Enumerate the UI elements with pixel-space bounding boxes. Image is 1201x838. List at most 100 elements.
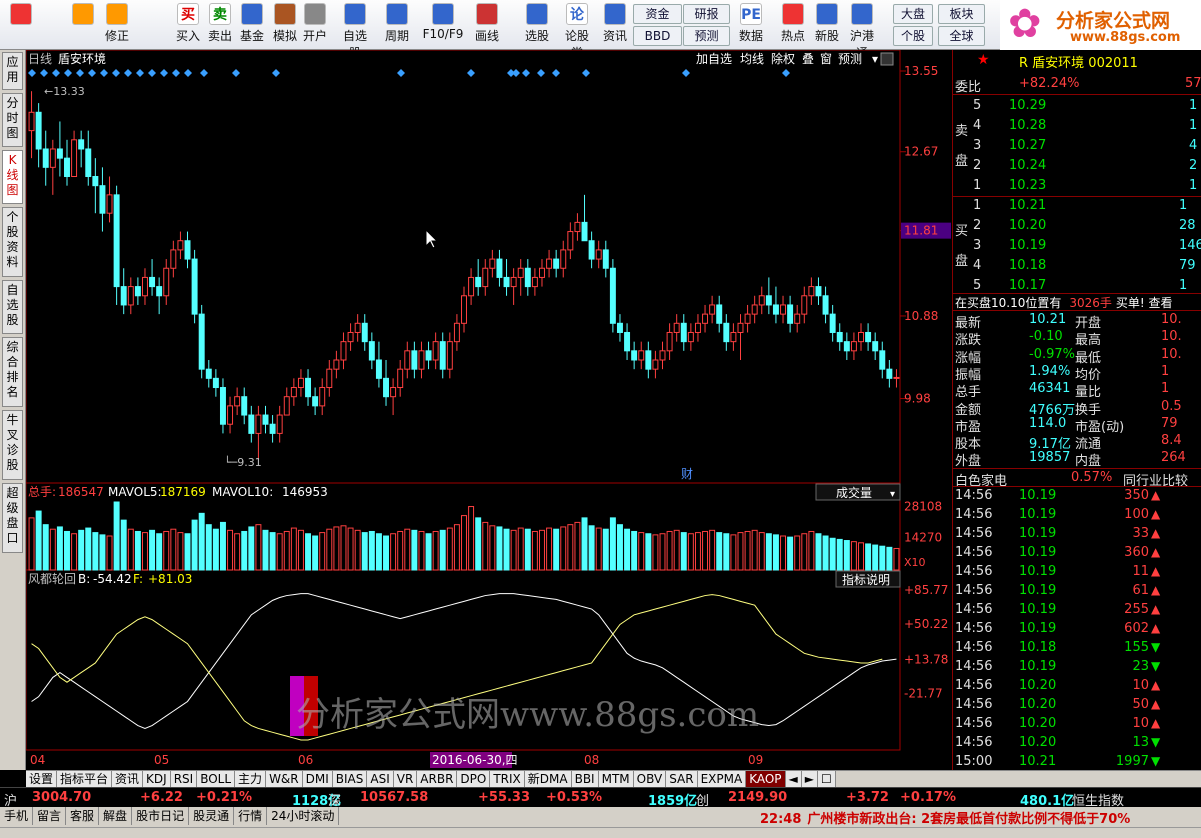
vol-tick: 28108 — [904, 499, 942, 513]
chart-button-4[interactable]: 窗 — [820, 52, 832, 66]
select-icon — [526, 3, 548, 25]
left-tab-6[interactable]: 牛叉诊股 — [2, 410, 23, 480]
tick-price: 10.19 — [1019, 507, 1057, 522]
indicator-tab-6[interactable]: 主力 — [235, 771, 267, 787]
f10-button[interactable]: F10/F9 — [420, 3, 466, 47]
lock-button[interactable]: 开户 — [298, 3, 332, 47]
sell-level: 4 — [973, 118, 982, 133]
left-tab-2[interactable]: K线图 — [2, 150, 23, 204]
scroll-left-icon[interactable]: ◄ — [785, 771, 802, 787]
indicator-tab-2[interactable]: 资讯 — [112, 771, 144, 787]
toolbar-small-button[interactable]: 个股 — [893, 26, 933, 46]
left-tab-5[interactable]: 综合排名 — [2, 337, 23, 407]
left-tab-7[interactable]: 超级盘口 — [2, 483, 23, 553]
chart-button-2[interactable]: 除权 — [771, 51, 795, 66]
fix-button[interactable]: 修正 — [100, 3, 134, 47]
indicator-tab-14[interactable]: TRIX — [490, 771, 525, 787]
indicator-tab-20[interactable]: EXPMA — [697, 771, 747, 787]
hot-button[interactable]: 热点 — [776, 3, 810, 47]
status-tab-3[interactable]: 解盘 — [99, 807, 133, 825]
favorite-star-icon[interactable]: ★ — [977, 52, 990, 68]
chart-menu-icon[interactable]: ▾ — [872, 52, 878, 66]
fund-button[interactable]: 基金 — [235, 3, 269, 47]
pen-button[interactable]: 画线 — [470, 3, 504, 47]
toolbar-small-button[interactable]: 预测 — [683, 26, 730, 46]
kline-chart-area[interactable]: 日线 盾安环境 加自选 均线 除权叠窗预测 ▾ 13.55 12.67 11.81 10.88 9.… — [26, 50, 951, 770]
windows-button[interactable] — [4, 3, 38, 47]
status-tab-5[interactable]: 股灵通 — [189, 807, 235, 825]
vol-dropdown-icon[interactable]: ▾ — [890, 489, 895, 500]
candle-body — [262, 414, 269, 425]
indicator-tab-19[interactable]: SAR — [666, 771, 698, 787]
star-button[interactable]: 自选股 — [338, 3, 372, 60]
chart-button-3[interactable]: 叠 — [802, 52, 814, 66]
news-button[interactable]: 资讯 — [598, 3, 632, 47]
indicator-tab-21[interactable]: KAOP — [746, 771, 786, 787]
volume-bar — [815, 533, 822, 571]
volume-bar — [694, 532, 701, 571]
left-tab-4[interactable]: 自选股 — [2, 280, 23, 334]
candle-body — [631, 350, 638, 361]
buy-price: 10.20 — [1009, 218, 1047, 233]
indicator-tab-15[interactable]: 新DMA — [524, 771, 572, 787]
hk-button[interactable]: 沪港通 — [845, 3, 879, 60]
left-tab-1[interactable]: 分时图 — [2, 93, 23, 147]
forum-button[interactable]: 论论股堂 — [560, 3, 594, 60]
indicator-tab-0[interactable]: 设置 — [26, 771, 58, 787]
toolbar-small-button[interactable]: 板块 — [938, 4, 985, 24]
indicator-tab-10[interactable]: ASI — [367, 771, 394, 787]
indicator-tab-3[interactable]: KDJ — [143, 771, 171, 787]
indicator-tab-17[interactable]: MTM — [598, 771, 634, 787]
indicator-tab-12[interactable]: ARBR — [417, 771, 458, 787]
status-tab-1[interactable]: 留言 — [33, 807, 67, 825]
kline-chart[interactable]: 日线 盾安环境 加自选 均线 除权叠窗预测 ▾ 13.55 12.67 11.81 10.88 9.… — [26, 50, 951, 770]
select-button[interactable]: 选股 — [520, 3, 554, 47]
chart-button-0[interactable]: 加自选 — [696, 52, 732, 66]
status-tab-4[interactable]: 股市日记 — [132, 807, 190, 825]
vol-type-button[interactable]: 成交量 — [836, 485, 872, 500]
clock-button[interactable]: 周期 — [380, 3, 414, 47]
indicator-tab-5[interactable]: BOLL — [197, 771, 236, 787]
price-tick-label: 9.98 — [904, 392, 931, 406]
tick-time: 14:56 — [955, 564, 993, 579]
left-tab-0[interactable]: 应用 — [2, 52, 23, 90]
indicator-tab-16[interactable]: BBI — [571, 771, 599, 787]
buy-button[interactable]: 买买入 — [171, 3, 205, 47]
sell-button[interactable]: 卖卖出 — [203, 3, 237, 47]
ind-explain-button[interactable]: 指标说明 — [842, 572, 890, 587]
indicator-tab-11[interactable]: VR — [393, 771, 418, 787]
indicator-tab-18[interactable]: OBV — [633, 771, 667, 787]
left-tab-3[interactable]: 个股资料 — [2, 207, 23, 277]
big-order-notice[interactable]: 在买盘10.10位置有 3026手 买单! 查看 — [955, 294, 1173, 311]
stat-label: 总手 — [955, 385, 982, 401]
toolbar-small-button[interactable]: 大盘 — [893, 4, 933, 24]
toolbar-small-button[interactable]: 全球 — [938, 26, 985, 46]
volume-bar — [49, 528, 56, 571]
chart-button-5[interactable]: 预测 — [838, 52, 862, 66]
newstock-button[interactable]: 新股 — [810, 3, 844, 47]
indicator-tab-8[interactable]: DMI — [302, 771, 333, 787]
simulate-button[interactable]: 模拟 — [268, 3, 302, 47]
candle-body — [56, 148, 63, 159]
toolbar-small-button[interactable]: 研报 — [683, 4, 730, 24]
pe-button[interactable]: PE 数据 — [734, 3, 768, 47]
chart-close-icon[interactable] — [880, 52, 894, 66]
back-arrow-button[interactable] — [66, 3, 100, 47]
news-ticker[interactable]: 22:48 广州楼市新政出台: 2套房最低首付款比例不得低于70% — [760, 808, 1130, 827]
status-tab-0[interactable]: 手机 — [0, 807, 34, 825]
chart-button-1[interactable]: 均线 — [740, 52, 764, 66]
status-tab-6[interactable]: 行情 — [234, 807, 268, 825]
indicator-tab-13[interactable]: DPO — [457, 771, 491, 787]
toolbar-small-button[interactable]: BBD — [633, 26, 682, 46]
status-tab-7[interactable]: 24小时滚动 — [267, 807, 340, 825]
indicator-tab-9[interactable]: BIAS — [332, 771, 368, 787]
toolbar-small-button[interactable]: 资金 — [633, 4, 682, 24]
indicator-tab-1[interactable]: 指标平台 — [57, 771, 113, 787]
scroll-right-icon[interactable]: ► — [801, 771, 818, 787]
expand-icon[interactable]: ☐ — [818, 771, 836, 787]
indicator-tab-7[interactable]: W&R — [266, 771, 303, 787]
status-tab-2[interactable]: 客服 — [66, 807, 100, 825]
sell-price: 10.24 — [1009, 158, 1047, 173]
arrow-down-icon: ▼ — [1151, 754, 1161, 768]
indicator-tab-4[interactable]: RSI — [170, 771, 198, 787]
